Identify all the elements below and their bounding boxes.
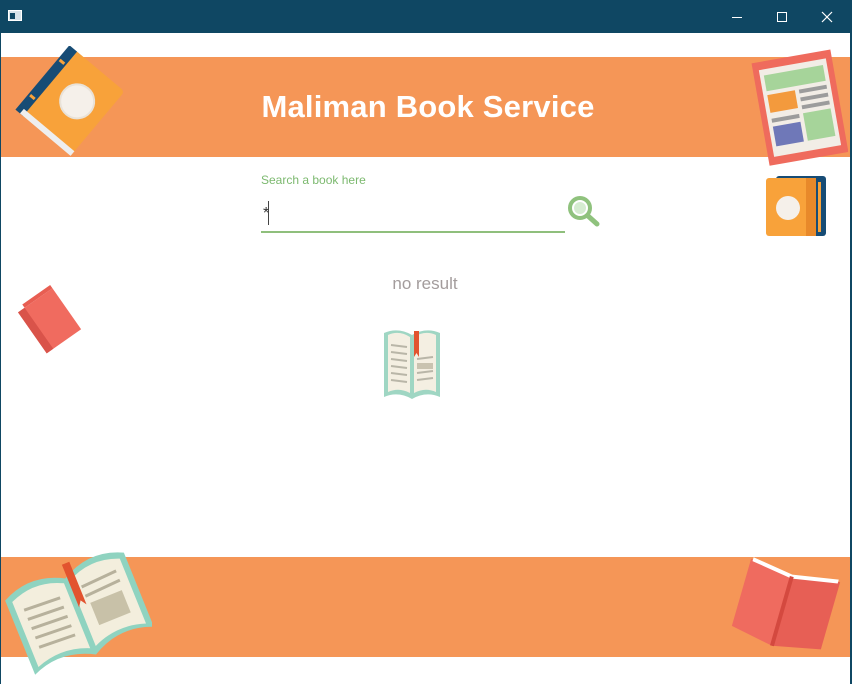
app-window-icon (8, 10, 22, 21)
maximize-icon (777, 11, 787, 22)
text-caret (268, 201, 269, 225)
magnifier-icon (568, 196, 600, 227)
search-button[interactable] (567, 194, 601, 228)
empty-results-text: no result (392, 274, 458, 293)
book-stack-icon (766, 176, 826, 236)
close-icon (821, 11, 833, 22)
maximize-button[interactable] (759, 0, 805, 33)
open-book-large-icon (5, 552, 152, 675)
search-input[interactable] (261, 197, 565, 233)
minimize-button[interactable] (714, 0, 760, 33)
closed-book-icon (15, 46, 123, 156)
newspaper-icon (751, 49, 848, 166)
red-book-icon (18, 285, 82, 354)
open-book-icon (384, 330, 440, 399)
minimize-icon (732, 16, 742, 18)
search-label: Search a book here (261, 173, 366, 187)
close-button[interactable] (804, 0, 850, 33)
red-open-book-icon (731, 557, 841, 650)
